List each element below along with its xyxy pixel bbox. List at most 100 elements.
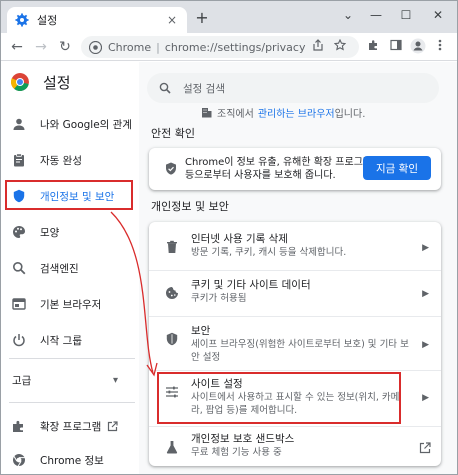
tab-title: 설정	[37, 14, 58, 27]
maximize-button[interactable]: ☐	[393, 5, 419, 25]
sidebar-item-you-and-google[interactable]: 나와 Google의 관계	[1, 108, 139, 140]
settings-search-input[interactable]: 설정 검색	[147, 73, 439, 103]
sidebar-item-extensions[interactable]: 확장 프로그램	[1, 410, 139, 442]
external-link-icon	[108, 420, 118, 431]
browser-icon	[12, 298, 26, 310]
row-title: 개인정보 보호 샌드박스	[191, 433, 295, 445]
url-text: chrome://settings/privacy	[164, 40, 306, 54]
row-subtitle: 쿠키가 허용됨	[191, 293, 247, 304]
forward-button[interactable]: →	[31, 37, 51, 57]
palette-icon	[13, 226, 25, 238]
extensions-puzzle-icon[interactable]	[365, 38, 383, 56]
tab-search-chevron-icon[interactable]: ⌄	[335, 5, 361, 25]
extensions-puzzle-icon	[13, 420, 23, 432]
sidebar-highlight-box	[5, 180, 133, 210]
settings-header: 설정	[1, 62, 139, 102]
shield-icon	[166, 332, 178, 346]
gear-icon	[15, 13, 29, 27]
search-placeholder: 설정 검색	[183, 82, 225, 95]
sidebar-item-label: 확장 프로그램	[40, 420, 102, 433]
row-text: 인터넷 사용 기록 삭제 방문 기록, 쿠키, 캐시 등을 삭제합니다.	[191, 232, 411, 259]
chevron-right-icon: ▶	[422, 243, 429, 253]
privacy-settings-card: 인터넷 사용 기록 삭제 방문 기록, 쿠키, 캐시 등을 삭제합니다. ▶ 쿠…	[149, 222, 441, 466]
power-icon	[13, 334, 25, 347]
row-title: 쿠키 및 기타 사이트 데이터	[191, 279, 311, 291]
safety-check-text: Chrome이 정보 유출, 유해한 확장 프로그램 등으로부터 사용자를 보호…	[185, 157, 373, 181]
sidebar-item-label: 기본 브라우저	[40, 298, 102, 311]
settings-page: 설정 나와 Google의 관계 자동 완성 개인정보 및 보안 모양 검색엔진…	[1, 62, 457, 474]
new-tab-button[interactable]: +	[193, 9, 211, 27]
site-settings-highlight-box	[157, 372, 401, 424]
sidebar-item-default-browser[interactable]: 기본 브라우저	[1, 288, 139, 320]
sidebar-item-label: 나와 Google의 관계	[40, 118, 133, 131]
chrome-logo-icon	[11, 73, 29, 91]
check-now-button[interactable]: 지금 확인	[363, 156, 431, 180]
row-text: 보안 세이프 브라우징(위험한 사이트로부터 보호) 및 기타 보안 설정	[191, 324, 411, 364]
bookmark-star-icon[interactable]	[331, 38, 349, 56]
sidebar-item-label: 고급	[12, 374, 32, 387]
row-title: 보안	[191, 325, 211, 337]
external-link-icon	[419, 442, 431, 454]
row-clear-browsing-data[interactable]: 인터넷 사용 기록 삭제 방문 기록, 쿠키, 캐시 등을 삭제합니다. ▶	[149, 232, 441, 259]
tab-settings[interactable]: 설정 ×	[7, 7, 187, 33]
managed-browser-link[interactable]: 관리하는 브라우저	[258, 105, 335, 120]
row-text: 쿠키 및 기타 사이트 데이터 쿠키가 허용됨	[191, 278, 411, 305]
sidebar-item-on-startup[interactable]: 시작 그룹	[1, 324, 139, 356]
flask-icon	[166, 441, 178, 454]
page-title: 설정	[43, 73, 71, 92]
side-panel-icon[interactable]	[387, 38, 405, 56]
chevron-right-icon: ▶	[422, 289, 429, 299]
building-icon	[202, 108, 212, 118]
chrome-outline-icon	[13, 454, 25, 467]
trash-icon	[167, 240, 177, 253]
url-separator: |	[156, 40, 160, 54]
close-window-button[interactable]: ✕	[425, 5, 451, 25]
chrome-label: Chrome	[108, 40, 152, 54]
row-divider	[149, 270, 441, 271]
row-divider	[149, 370, 441, 371]
tab-strip: 설정 × + ⌄ — ☐ ✕	[1, 1, 457, 33]
minimize-button[interactable]: —	[363, 5, 389, 25]
row-subtitle: 세이프 브라우징(위험한 사이트로부터 보호) 및 기타 보안 설정	[191, 339, 409, 363]
clipboard-icon	[14, 153, 24, 167]
sidebar-item-label: 시작 그룹	[40, 334, 82, 347]
search-icon	[159, 82, 171, 94]
close-tab-icon[interactable]: ×	[165, 13, 179, 27]
chrome-site-icon	[89, 40, 102, 54]
row-cookies[interactable]: 쿠키 및 기타 사이트 데이터 쿠키가 허용됨 ▶	[149, 278, 441, 305]
safety-check-card: Chrome이 정보 유출, 유해한 확장 프로그램 등으로부터 사용자를 보호…	[149, 148, 441, 190]
search-icon	[13, 262, 26, 275]
sidebar-item-label: 자동 완성	[40, 154, 82, 167]
menu-kebab-icon[interactable]	[431, 38, 449, 56]
profile-avatar-icon[interactable]	[409, 38, 427, 56]
sidebar-item-label: 검색엔진	[40, 262, 79, 275]
sidebar-item-autofill[interactable]: 자동 완성	[1, 144, 139, 176]
shield-check-icon	[166, 162, 176, 175]
row-security[interactable]: 보안 세이프 브라우징(위험한 사이트로부터 보호) 및 기타 보안 설정 ▶	[149, 324, 441, 364]
share-icon[interactable]	[309, 38, 327, 56]
row-divider	[149, 316, 441, 317]
safety-check-heading: 안전 확인	[151, 127, 195, 140]
row-divider	[149, 426, 441, 427]
sidebar-divider	[9, 358, 135, 359]
sidebar-item-about-chrome[interactable]: Chrome 정보	[1, 444, 139, 474]
cookie-icon	[166, 287, 178, 299]
chevron-right-icon: ▶	[422, 340, 429, 350]
managed-text: 조직에서	[217, 109, 254, 120]
sidebar-item-search-engine[interactable]: 검색엔진	[1, 252, 139, 284]
sidebar: 설정 나와 Google의 관계 자동 완성 개인정보 및 보안 모양 검색엔진…	[1, 62, 139, 474]
chevron-right-icon: ▶	[422, 393, 429, 403]
sidebar-item-advanced[interactable]: 고급 ▾	[1, 364, 139, 396]
row-privacy-sandbox[interactable]: 개인정보 보호 샌드박스 무료 체험 기능 사용 중	[149, 432, 441, 459]
managed-suffix: 입니다.	[334, 109, 366, 120]
sidebar-item-appearance[interactable]: 모양	[1, 216, 139, 248]
sidebar-divider	[9, 402, 135, 403]
privacy-security-heading: 개인정보 및 보안	[151, 200, 229, 213]
back-button[interactable]: ←	[7, 37, 27, 57]
browser-window: 설정 × + ⌄ — ☐ ✕ ← → ↻ Chrome | chrome://s…	[0, 0, 458, 475]
managed-browser-notice: 조직에서 관리하는 브라우저 입니다.	[201, 105, 365, 120]
row-subtitle: 무료 체험 기능 사용 중	[191, 447, 282, 458]
chevron-down-icon: ▾	[113, 374, 119, 386]
reload-button[interactable]: ↻	[55, 37, 75, 57]
sidebar-item-label: Chrome 정보	[40, 454, 104, 467]
